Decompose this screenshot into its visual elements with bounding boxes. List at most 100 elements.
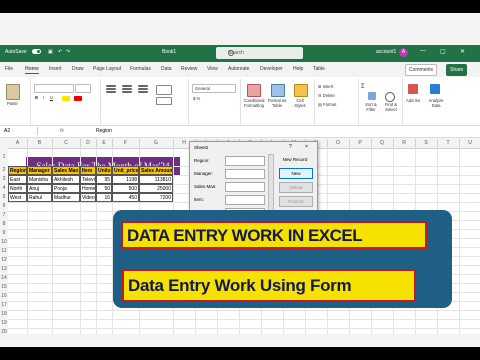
tab-data[interactable]: Data [161,66,172,72]
save-icon[interactable]: ▣ [48,49,53,55]
data-cell[interactable]: 16 [96,193,112,202]
manager-input[interactable] [225,169,265,179]
new-button[interactable]: New [279,168,313,179]
underline-icon[interactable]: U [50,95,53,100]
tab-developer[interactable]: Developer [260,66,283,72]
data-cell[interactable]: North [8,184,27,193]
sort-filter-icon[interactable] [368,92,376,100]
data-cell[interactable]: East [8,175,27,184]
align-right-icon[interactable] [138,85,148,87]
format-cells-button[interactable]: ▤ Format [318,102,336,107]
data-cell[interactable]: 500 [112,184,139,193]
formula-input[interactable]: Region [96,128,112,134]
header-cell[interactable]: Unit_price [112,166,139,175]
name-box[interactable]: A2 [2,127,38,135]
account-name[interactable]: account1 [376,49,396,55]
column-header-q[interactable]: Q [371,139,394,148]
data-cell[interactable]: Home [80,184,96,193]
tab-help[interactable]: Help [293,66,303,72]
header-cell[interactable]: Manager [27,166,52,175]
data-cell[interactable]: 113810 [139,175,173,184]
number-format-select[interactable]: General [192,84,236,93]
font-name-select[interactable] [34,84,74,93]
currency-icon[interactable]: $ % [193,96,200,101]
delete-button[interactable]: Delete [279,182,313,193]
tab-file[interactable]: File [5,66,13,72]
data-cell[interactable]: Madhur [52,193,80,202]
fill-color-icon[interactable] [62,96,70,101]
align-center-icon[interactable] [122,85,132,87]
tab-formulas[interactable]: Formulas [130,66,151,72]
data-cell[interactable]: West [8,193,27,202]
column-header-g[interactable]: G [139,139,174,148]
data-cell[interactable]: 450 [112,193,139,202]
restore-button[interactable]: Restore [279,196,313,207]
minimize-icon[interactable]: — [420,48,426,54]
column-header-a[interactable]: A [8,139,28,148]
search-input[interactable]: Search [216,47,303,59]
column-header-e[interactable]: E [96,139,113,148]
autosum-icon[interactable]: Σ [361,84,365,90]
paste-icon[interactable] [6,84,20,100]
align-icon[interactable] [106,85,116,87]
merge-icon[interactable] [156,97,172,105]
find-select-icon[interactable] [385,92,395,102]
data-cell[interactable]: 25000 [139,184,173,193]
maximize-icon[interactable]: ▢ [440,48,446,55]
data-cell[interactable]: 50 [96,184,112,193]
format-table-icon[interactable] [271,84,285,97]
tab-review[interactable]: Review [181,66,197,72]
data-cell[interactable]: Akhilesh [52,175,80,184]
delete-cells-button[interactable]: ⊟ Delete [318,93,335,98]
tab-automate[interactable]: Automate [228,66,249,72]
header-cell[interactable]: Item [80,166,96,175]
tab-table[interactable]: Table [313,66,325,72]
column-header-f[interactable]: F [112,139,140,148]
column-header-r[interactable]: R [393,139,416,148]
data-cell[interactable]: Video [80,193,96,202]
tab-view[interactable]: View [207,66,218,72]
column-header-c[interactable]: C [52,139,81,148]
data-cell[interactable]: Televi [80,175,96,184]
column-header-s[interactable]: S [415,139,438,148]
column-header-o[interactable]: O [327,139,350,148]
dialog-close-icon[interactable]: × [305,144,308,150]
conditional-formatting-icon[interactable] [247,84,261,97]
tab-page-layout[interactable]: Page Layout [93,66,121,72]
row-header-1[interactable]: 1 [0,148,8,167]
insert-cells-button[interactable]: ⊞ Insert [318,84,333,89]
column-header-b[interactable]: B [27,139,53,148]
data-cell[interactable]: Manisha [27,175,52,184]
wrap-text-icon[interactable] [156,85,172,95]
data-cell[interactable]: 7200 [139,193,173,202]
column-header-u[interactable]: U [459,139,480,148]
addins-icon[interactable] [408,84,418,94]
redo-icon[interactable]: ↷ [66,49,70,55]
data-cell[interactable]: Pooja [52,184,80,193]
font-size-select[interactable] [75,84,91,93]
avatar[interactable]: A [399,48,408,57]
comments-button[interactable]: Comments [405,64,438,76]
column-header-d[interactable]: D [80,139,97,148]
tab-insert[interactable]: Insert [49,66,62,72]
row-header-20[interactable]: 20 [0,328,8,334]
column-header-t[interactable]: T [437,139,460,148]
undo-icon[interactable]: ↶ [58,49,62,55]
header-cell[interactable]: Sales Amount [139,166,173,175]
autosave-toggle[interactable] [32,49,41,54]
header-cell[interactable]: Sales Man [52,166,80,175]
data-cell[interactable]: Anuj [27,184,52,193]
data-cell[interactable]: Rahul [27,193,52,202]
column-header-p[interactable]: P [349,139,372,148]
analyze-data-icon[interactable] [430,84,440,94]
header-cell[interactable]: Units [96,166,112,175]
help-icon[interactable]: ? [289,144,292,150]
header-cell[interactable]: Region [8,166,27,175]
close-icon[interactable]: ✕ [460,48,465,55]
fx-icon[interactable]: fx [60,128,64,134]
cell-styles-icon[interactable] [294,84,308,97]
tab-draw[interactable]: Draw [72,66,84,72]
bold-icon[interactable]: B [35,95,38,100]
font-color-icon[interactable] [74,96,82,101]
item-input[interactable] [225,195,265,205]
